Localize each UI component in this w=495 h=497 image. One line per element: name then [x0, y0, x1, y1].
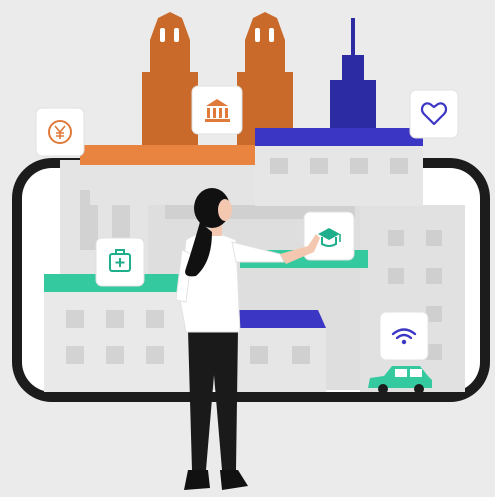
purple-small-wall: [230, 328, 326, 392]
building-window: [146, 310, 164, 328]
green-roof-building: [44, 274, 190, 392]
purple-building-wall: [255, 146, 423, 206]
illustration-canvas: [12, 12, 490, 490]
building-window: [270, 158, 288, 174]
person-shoe-right: [220, 470, 248, 490]
tower-right-window: [269, 28, 274, 42]
building-window: [146, 346, 164, 364]
car-wheel: [378, 384, 388, 394]
building-window: [426, 230, 442, 246]
building-window: [250, 346, 268, 364]
icon-card: [191, 85, 243, 135]
car-window: [410, 369, 422, 377]
building-window: [66, 310, 84, 328]
heart-card[interactable]: [409, 89, 459, 139]
yen-card[interactable]: [35, 107, 85, 157]
purple-roof-small: [230, 310, 326, 328]
tower-left-window: [160, 28, 165, 42]
tower-right-window: [255, 28, 260, 42]
purple-roof: [255, 128, 423, 146]
wifi-card[interactable]: [379, 311, 429, 361]
tower-right-top: [245, 12, 285, 40]
car-wheel: [414, 384, 424, 394]
orange-building-wall: [90, 165, 275, 205]
tower-left-top: [150, 12, 190, 40]
building-window: [388, 268, 404, 284]
building-window: [66, 346, 84, 364]
car-window: [395, 369, 407, 377]
skyscraper-body: [330, 80, 376, 130]
building-window: [292, 346, 310, 364]
orange-roof: [80, 145, 280, 165]
building-window: [350, 158, 368, 174]
first-aid-card[interactable]: [95, 237, 145, 287]
building-window: [388, 230, 404, 246]
building-window: [390, 158, 408, 174]
green-building-wall: [44, 292, 190, 392]
tower-left-window: [174, 28, 179, 42]
building-window: [426, 268, 442, 284]
building-window: [310, 158, 328, 174]
purple-roof-building: [230, 310, 326, 392]
person-face: [218, 199, 232, 221]
smart-city-illustration: [0, 0, 495, 497]
building-right: [360, 205, 465, 392]
building-window: [106, 310, 124, 328]
bank-card[interactable]: [191, 85, 243, 135]
tower-left-base: [142, 72, 198, 150]
skyscraper-antenna: [351, 18, 355, 58]
icon-card: [409, 89, 459, 139]
person-shoe-left: [184, 470, 210, 490]
building-window: [106, 346, 124, 364]
